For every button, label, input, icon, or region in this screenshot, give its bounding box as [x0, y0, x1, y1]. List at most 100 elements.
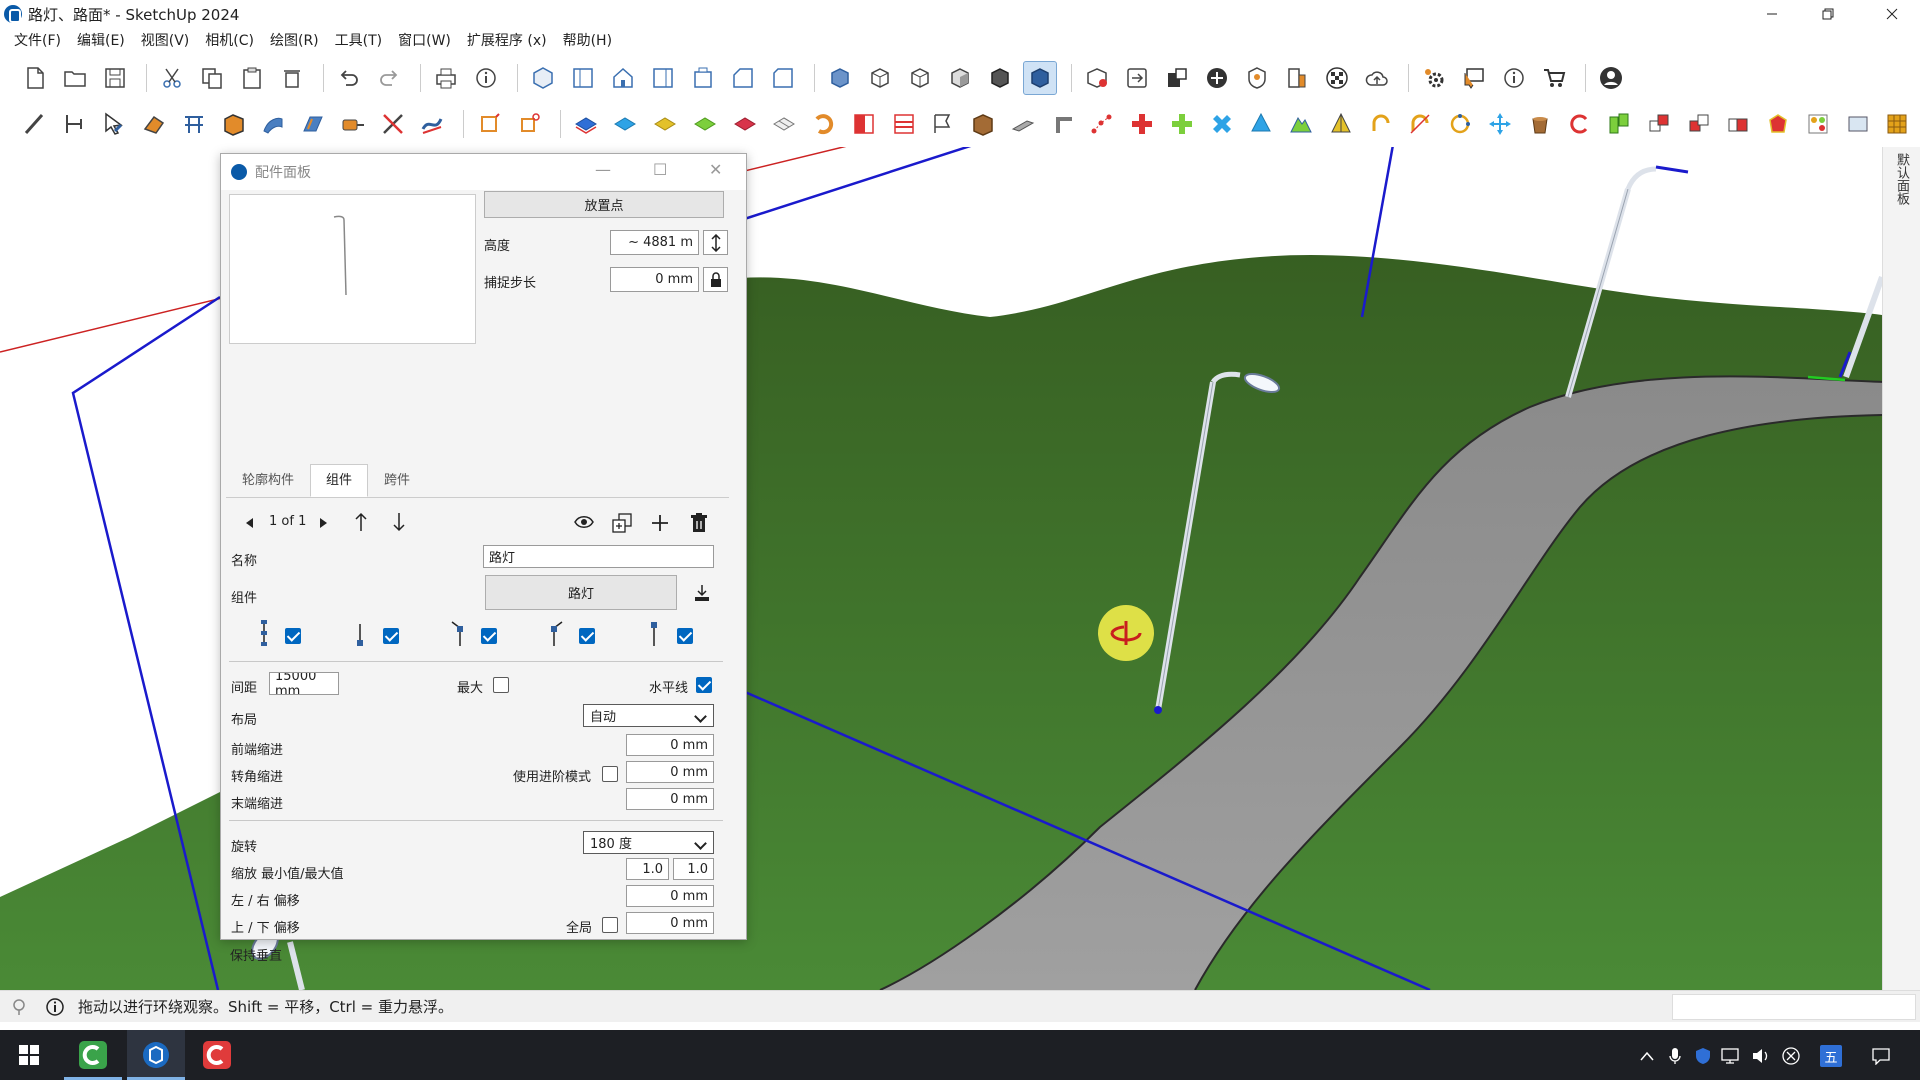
account-button[interactable]: [1594, 61, 1628, 95]
cone-tool-button[interactable]: [1245, 107, 1279, 141]
arc-edit-button[interactable]: [1404, 107, 1438, 141]
plane-yellow-button[interactable]: [648, 107, 682, 141]
default-tray-tab[interactable]: 默认面板: [1882, 147, 1920, 990]
menu-edit[interactable]: 编辑(E): [69, 28, 133, 54]
settings-button[interactable]: [1417, 61, 1451, 95]
volume-tray[interactable]: [1750, 1045, 1772, 1067]
tape-measure-button[interactable]: [336, 107, 370, 141]
paste-button[interactable]: [235, 61, 269, 95]
security-tray[interactable]: [1692, 1045, 1714, 1067]
smooth-tool-button[interactable]: [472, 107, 506, 141]
measurements-box[interactable]: [1672, 994, 1916, 1020]
taskbar-app-green[interactable]: [64, 1030, 122, 1080]
flag-tool-button[interactable]: [927, 107, 961, 141]
xray-style-button[interactable]: [823, 61, 857, 95]
blue-x-button[interactable]: [1205, 107, 1239, 141]
help-info-button[interactable]: [1497, 61, 1531, 95]
monochrome-style-button[interactable]: [1023, 61, 1057, 95]
menu-extensions[interactable]: 扩展程序 (x): [459, 28, 555, 54]
plane-blue-button[interactable]: [569, 107, 603, 141]
menu-window[interactable]: 窗口(W): [390, 28, 459, 54]
dimension-tool-button[interactable]: [58, 107, 92, 141]
cloud-upload-button[interactable]: [1360, 61, 1394, 95]
front-view-button[interactable]: [606, 61, 640, 95]
message-button[interactable]: [1457, 61, 1491, 95]
menu-camera[interactable]: 相机(C): [197, 28, 262, 54]
section-tool-button[interactable]: [177, 107, 211, 141]
intersect-tool-button[interactable]: [376, 107, 410, 141]
frame-tool-button[interactable]: [1841, 107, 1875, 141]
copy-button[interactable]: [195, 61, 229, 95]
red-cross-button[interactable]: [1125, 107, 1159, 141]
red-square-button[interactable]: [847, 107, 881, 141]
minimize-button[interactable]: [1744, 0, 1800, 28]
building-maker-button[interactable]: [1280, 61, 1314, 95]
cut-button[interactable]: [155, 61, 189, 95]
print-button[interactable]: [429, 61, 463, 95]
circle-dots-button[interactable]: [1443, 107, 1477, 141]
arc-tool-button[interactable]: [1364, 107, 1398, 141]
shaded-textures-style-button[interactable]: [983, 61, 1017, 95]
menu-view[interactable]: 视图(V): [133, 28, 198, 54]
plane-green-button[interactable]: [688, 107, 722, 141]
move-tool-button[interactable]: [1483, 107, 1517, 141]
red-cubes-button[interactable]: [1682, 107, 1716, 141]
save-button[interactable]: [98, 61, 132, 95]
action-center-tray[interactable]: [1870, 1045, 1892, 1067]
extension-manager-button[interactable]: [1120, 61, 1154, 95]
network-tray[interactable]: [1720, 1045, 1742, 1067]
menu-file[interactable]: 文件(F): [6, 28, 69, 54]
pipe-tool-button[interactable]: [1006, 107, 1040, 141]
plane-grid-button[interactable]: [768, 107, 802, 141]
select-tool-button[interactable]: [98, 107, 132, 141]
back-view-button[interactable]: [686, 61, 720, 95]
instructor-info-icon[interactable]: [46, 997, 64, 1016]
taskbar-app-sketchup[interactable]: [127, 1030, 185, 1080]
geo-location-icon[interactable]: [10, 998, 28, 1016]
bucket-tool-button[interactable]: [1523, 107, 1557, 141]
plane-red-button[interactable]: [728, 107, 762, 141]
stripes-button[interactable]: [887, 107, 921, 141]
plane-cyan-button[interactable]: [609, 107, 643, 141]
eraser-tool-button[interactable]: [137, 107, 171, 141]
show-hidden-icons[interactable]: [1636, 1045, 1658, 1067]
close-button[interactable]: [1864, 0, 1920, 28]
hidden-line-style-button[interactable]: [903, 61, 937, 95]
flip-tool-button[interactable]: [512, 107, 546, 141]
bezier-tool-button[interactable]: [1086, 107, 1120, 141]
box-tool-button[interactable]: [966, 107, 1000, 141]
red-gem-button[interactable]: [1761, 107, 1795, 141]
push-pull-button[interactable]: [217, 107, 251, 141]
export-button[interactable]: [1160, 61, 1194, 95]
microphone-tray[interactable]: [1664, 1045, 1686, 1067]
wireframe-style-button[interactable]: [863, 61, 897, 95]
pattern-tool-button[interactable]: [1801, 107, 1835, 141]
menu-help[interactable]: 帮助(H): [555, 28, 620, 54]
menu-draw[interactable]: 绘图(R): [262, 28, 327, 54]
green-cross-button[interactable]: [1165, 107, 1199, 141]
warehouse-button[interactable]: [1080, 61, 1114, 95]
start-button[interactable]: [0, 1030, 58, 1080]
green-blocks-button[interactable]: [1602, 107, 1636, 141]
top-view-button[interactable]: [566, 61, 600, 95]
open-button[interactable]: [58, 61, 92, 95]
follow-me-button[interactable]: [257, 107, 291, 141]
menu-tools[interactable]: 工具(T): [327, 28, 390, 54]
offset-tool-button[interactable]: [296, 107, 330, 141]
right-view-button[interactable]: [646, 61, 680, 95]
input-method-tray[interactable]: 五: [1820, 1045, 1842, 1067]
geo-location-button[interactable]: [1240, 61, 1274, 95]
taskbar-app-red[interactable]: [188, 1030, 246, 1080]
new-file-button[interactable]: [18, 61, 52, 95]
close-tray-item[interactable]: [1780, 1045, 1802, 1067]
cubes-tool-button[interactable]: [1642, 107, 1676, 141]
redo-button[interactable]: [372, 61, 406, 95]
restore-button[interactable]: [1800, 0, 1856, 28]
erase-button[interactable]: [275, 61, 309, 95]
photo-texture-button[interactable]: [1320, 61, 1354, 95]
terrain-tool-button[interactable]: [1284, 107, 1318, 141]
rotate-tool-button[interactable]: [807, 107, 841, 141]
add-location-button[interactable]: [1200, 61, 1234, 95]
undo-button[interactable]: [332, 61, 366, 95]
line-tool-button[interactable]: [18, 107, 52, 141]
